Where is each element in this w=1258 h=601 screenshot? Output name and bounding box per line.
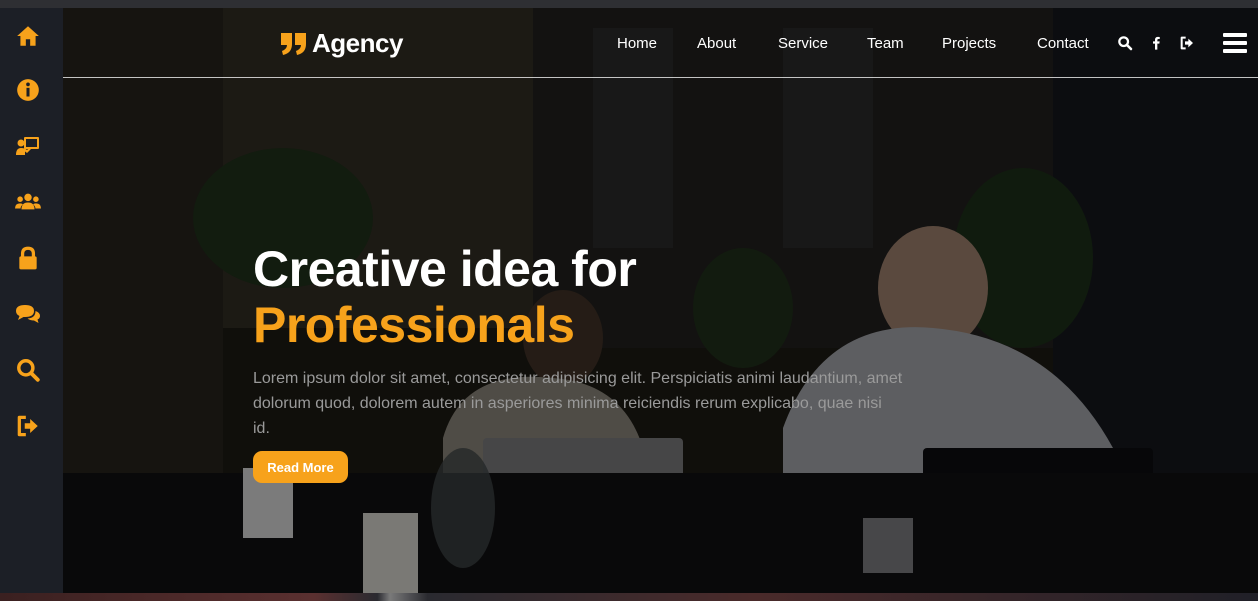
nav-link-contact[interactable]: Contact	[1037, 35, 1089, 52]
quote-icon	[280, 31, 308, 57]
window-bottom-strip	[0, 593, 1258, 601]
hero-headline-line-1: Creative idea for	[253, 241, 637, 297]
read-more-button[interactable]: Read More	[253, 451, 348, 483]
team-icon[interactable]	[12, 186, 44, 218]
facebook-icon[interactable]	[1147, 34, 1165, 52]
home-icon[interactable]	[12, 20, 44, 52]
hero-overlay	[63, 8, 1258, 593]
nav-link-service[interactable]: Service	[778, 35, 828, 52]
hero-description: Lorem ipsum dolor sit amet, consectetur …	[253, 370, 903, 437]
nav-link-projects[interactable]: Projects	[942, 35, 996, 52]
nav-link-home[interactable]: Home	[617, 35, 657, 52]
brand-name: Agency	[312, 28, 403, 58]
nav-link-team[interactable]: Team	[867, 35, 904, 52]
sign-out-icon[interactable]	[1178, 34, 1196, 52]
hero-headline-line-2: Professionals	[253, 297, 575, 353]
brand-logo[interactable]: Agency	[280, 28, 403, 59]
lock-icon[interactable]	[12, 242, 44, 274]
window-top-strip	[0, 0, 1258, 8]
hero-section: Agency Home About Service Team Projects …	[63, 8, 1258, 593]
presentation-icon[interactable]	[12, 130, 44, 162]
sidebar	[0, 8, 63, 593]
search-icon[interactable]	[1116, 34, 1134, 52]
comments-icon[interactable]	[12, 298, 44, 330]
info-icon[interactable]	[12, 74, 44, 106]
search-icon[interactable]	[12, 354, 44, 386]
menu-icon[interactable]	[1223, 33, 1247, 53]
nav-link-about[interactable]: About	[697, 35, 736, 52]
sign-out-icon[interactable]	[12, 410, 44, 442]
top-navbar: Agency Home About Service Team Projects …	[63, 8, 1258, 78]
